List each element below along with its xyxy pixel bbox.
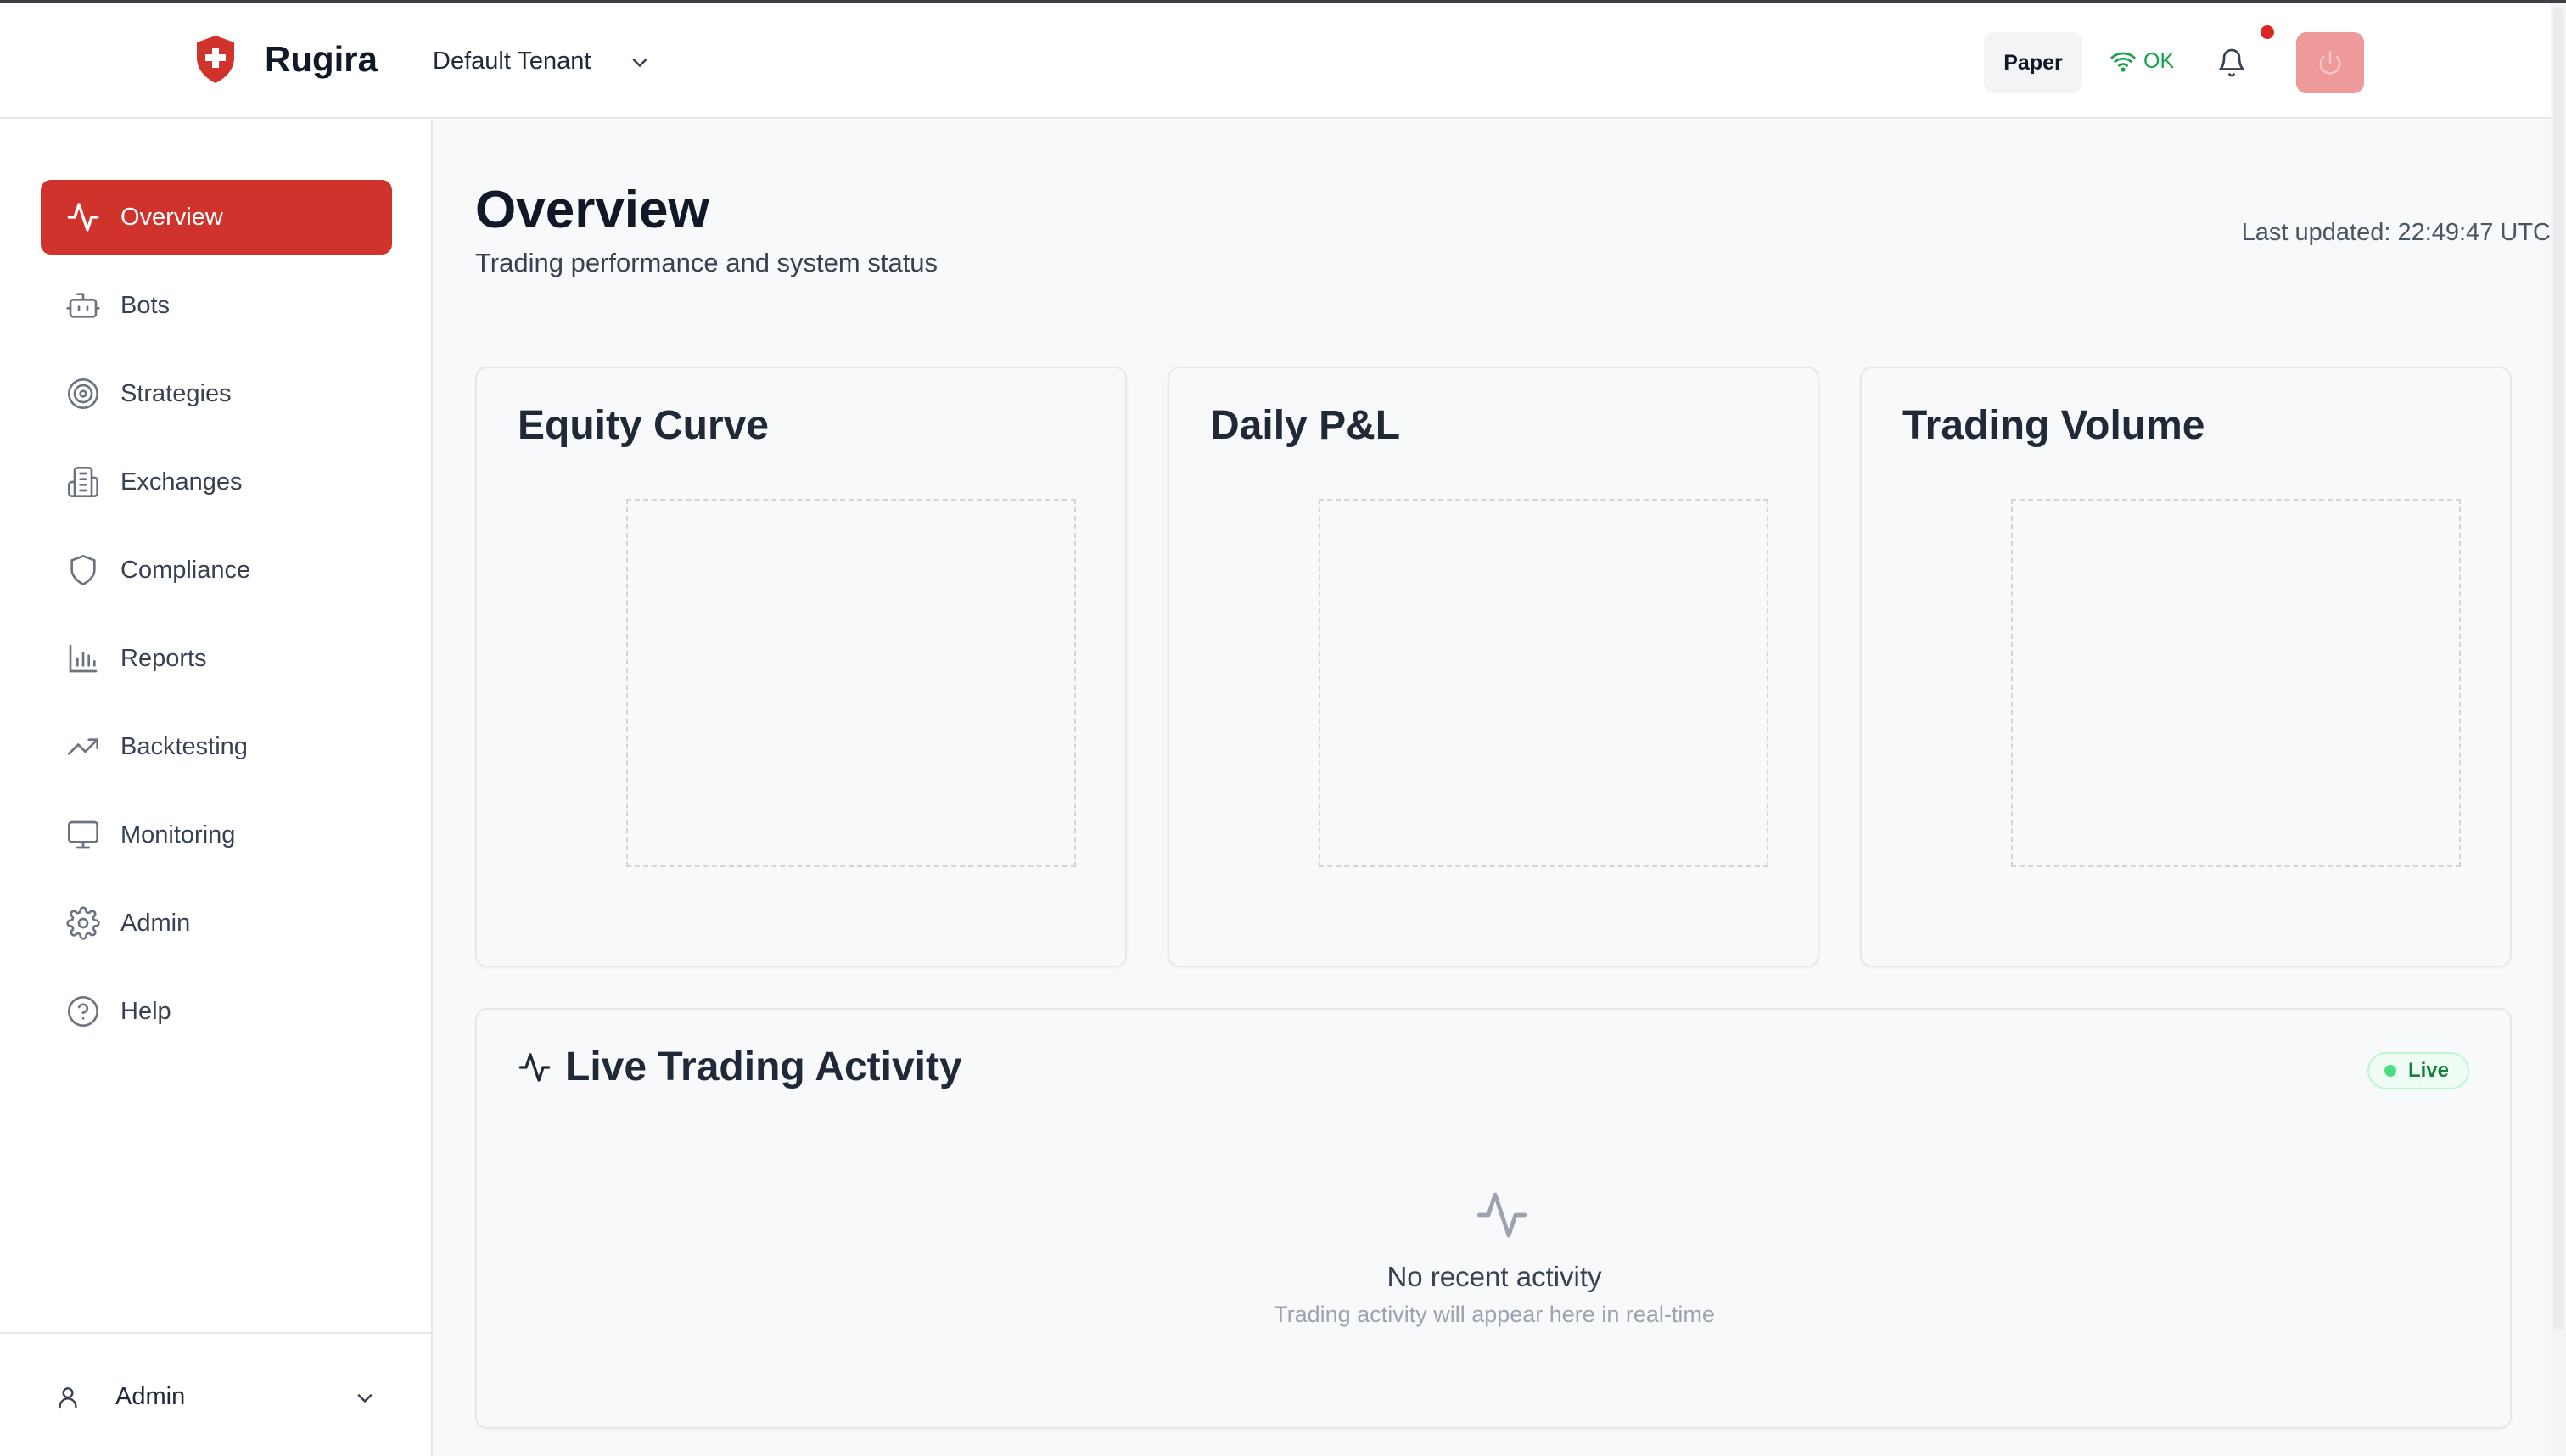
main-content: Overview Trading performance and system … (433, 120, 2551, 1456)
sidebar-item-backtesting[interactable]: Backtesting (41, 709, 392, 784)
card-title: Equity Curve (518, 403, 770, 448)
live-dot (2384, 1065, 2396, 1077)
connection-status: OK (2109, 48, 2174, 75)
user-icon (59, 1386, 77, 1408)
sidebar-footer: Admin (0, 1332, 431, 1456)
gear-icon (66, 906, 100, 940)
sidebar-item-label: Admin (120, 909, 191, 937)
tenant-selector[interactable]: Default Tenant (433, 48, 591, 76)
notification-dot (2261, 25, 2274, 39)
live-trading-activity-card: Live Trading Activity Live No recent act… (475, 1008, 2512, 1429)
chevron-down-icon[interactable] (353, 1386, 377, 1410)
sidebar-item-label: Monitoring (120, 820, 236, 848)
card-title: Trading Volume (1902, 403, 2205, 448)
sidebar-item-bots[interactable]: Bots (41, 268, 392, 343)
page-subtitle: Trading performance and system status (475, 248, 938, 277)
bar-chart-icon (69, 644, 98, 673)
wifi-icon (2110, 52, 2136, 72)
empty-state-subtitle: Trading activity will appear here in rea… (1274, 1302, 1715, 1327)
power-icon (2319, 51, 2341, 75)
power-button[interactable] (2296, 32, 2364, 93)
help-circle-icon (68, 996, 98, 1027)
activity-icon (67, 203, 99, 232)
trading-volume-card: Trading Volume (1860, 367, 2512, 967)
card-title-label: Live Trading Activity (565, 1044, 962, 1089)
chevron-down-icon[interactable] (628, 51, 652, 75)
trading-mode-button[interactable]: Paper (1984, 32, 2082, 93)
sidebar-item-label: Strategies (120, 379, 232, 407)
last-updated: Last updated: 22:49:47 UTC (2241, 219, 2551, 246)
shield-icon (70, 555, 96, 585)
trending-up-icon (68, 738, 98, 755)
empty-state-title: No recent activity (1387, 1261, 1602, 1292)
sidebar-item-admin[interactable]: Admin (41, 886, 392, 960)
sidebar-item-label: Bots (120, 291, 171, 319)
equity-curve-card: Equity Curve (475, 367, 1127, 967)
user-menu-label: Admin (115, 1383, 186, 1410)
live-badge-label: Live (2407, 1059, 2449, 1082)
scrollbar-thumb[interactable] (2553, 7, 2563, 1330)
chart-placeholder (1319, 499, 1768, 867)
sidebar-item-overview[interactable]: Overview (41, 180, 392, 255)
activity-icon (518, 1052, 551, 1082)
connection-status-label: OK (2143, 48, 2175, 73)
sidebar-item-label: Exchanges (120, 468, 243, 496)
user-menu[interactable]: Admin (54, 1383, 185, 1411)
sidebar-item-label: Overview (120, 203, 223, 231)
monitor-icon (68, 820, 98, 849)
sidebar-item-strategies[interactable]: Strategies (41, 356, 392, 431)
daily-pnl-card: Daily P&L (1168, 367, 1819, 967)
sidebar-item-label: Backtesting (120, 732, 248, 760)
sidebar-item-label: Help (120, 997, 171, 1025)
sidebar-item-monitoring[interactable]: Monitoring (41, 798, 392, 872)
building-icon (68, 467, 98, 497)
sidebar-item-label: Compliance (120, 556, 251, 584)
sidebar-item-compliance[interactable]: Compliance (41, 533, 392, 608)
chart-placeholder (2011, 499, 2461, 867)
live-badge: Live (2367, 1052, 2469, 1089)
sidebar: Overview Bots Strategies Exchanges Compl… (0, 120, 433, 1456)
top-header: Rugira Default Tenant Paper OK (0, 3, 2551, 119)
shield-cross-icon[interactable] (193, 34, 238, 85)
card-title: Daily P&L (1210, 403, 1401, 448)
bot-icon (66, 293, 100, 318)
card-title: Live Trading Activity (518, 1044, 962, 1090)
sidebar-item-exchanges[interactable]: Exchanges (41, 445, 392, 519)
chart-placeholder (626, 499, 1076, 867)
sidebar-item-help[interactable]: Help (41, 974, 392, 1049)
activity-icon (1476, 1192, 1527, 1238)
sidebar-item-label: Reports (120, 644, 207, 672)
target-icon (68, 378, 98, 409)
brand-name[interactable]: Rugira (265, 39, 378, 80)
sidebar-item-reports[interactable]: Reports (41, 621, 392, 696)
bell-icon[interactable] (2216, 48, 2247, 78)
